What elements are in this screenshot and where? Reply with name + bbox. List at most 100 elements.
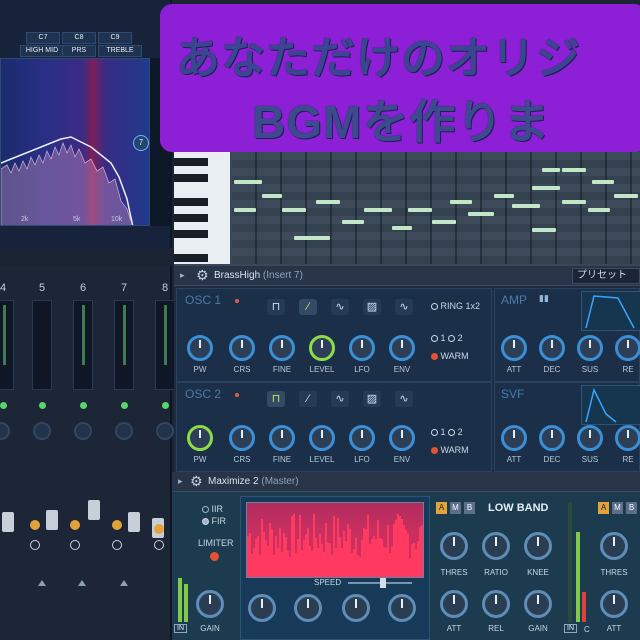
- amp-rel-knob[interactable]: [615, 335, 640, 361]
- note[interactable]: [234, 180, 262, 184]
- note[interactable]: [592, 180, 614, 184]
- channel-strip[interactable]: [155, 300, 175, 390]
- osc1-sel-radio-1[interactable]: [431, 335, 438, 343]
- noise-wave-icon[interactable]: ▨: [363, 299, 381, 315]
- note[interactable]: [614, 194, 638, 198]
- channel-led[interactable]: [121, 402, 128, 409]
- iir-option[interactable]: IIR: [202, 504, 223, 514]
- channel-strip[interactable]: [32, 300, 52, 390]
- note[interactable]: [342, 220, 364, 224]
- osc1-fine-knob[interactable]: [269, 335, 295, 361]
- eq-band-c8[interactable]: C8: [62, 32, 96, 44]
- svf-rel-knob[interactable]: [615, 425, 640, 451]
- note[interactable]: [562, 168, 586, 172]
- soft-wave-icon[interactable]: ∿: [395, 299, 413, 315]
- black-key[interactable]: [174, 254, 208, 262]
- osc2-level-knob[interactable]: [309, 425, 335, 451]
- band-knob-1[interactable]: [248, 594, 276, 622]
- sine-wave-icon[interactable]: ∿: [331, 391, 349, 407]
- expand-arrow-icon[interactable]: ▸: [178, 476, 183, 487]
- note[interactable]: [282, 208, 306, 212]
- note[interactable]: [532, 186, 560, 190]
- osc2-pw-knob[interactable]: [187, 425, 213, 451]
- preset-dropdown[interactable]: プリセット: [572, 268, 640, 284]
- speed-slider-handle[interactable]: [380, 578, 386, 588]
- band2-b-button[interactable]: B: [626, 502, 637, 514]
- note[interactable]: [432, 220, 456, 224]
- osc2-lfo-knob[interactable]: [349, 425, 375, 451]
- route-button[interactable]: [154, 524, 164, 534]
- osc2-env-knob[interactable]: [389, 425, 415, 451]
- channel-led[interactable]: [162, 402, 169, 409]
- knee-knob[interactable]: [524, 532, 552, 560]
- band2-thres-knob[interactable]: [600, 532, 628, 560]
- svf-envelope-graph[interactable]: [581, 385, 640, 425]
- limiter-toggle[interactable]: [210, 552, 219, 561]
- osc1-warm-option[interactable]: WARM: [431, 351, 469, 361]
- pan-knob[interactable]: [156, 422, 174, 440]
- warm-radio[interactable]: [431, 447, 438, 455]
- volume-fader[interactable]: [2, 512, 14, 532]
- synth-header[interactable]: ▸ ⚙ BrassHigh (Insert 7) プリセット: [174, 266, 640, 286]
- osc1-select[interactable]: 1 2: [431, 333, 463, 343]
- eq-band-prs[interactable]: PRS: [62, 45, 96, 57]
- volume-fader[interactable]: [46, 510, 58, 530]
- channel-strip[interactable]: [0, 300, 14, 390]
- collapse-arrow-icon[interactable]: [38, 580, 46, 586]
- note[interactable]: [234, 208, 256, 212]
- gear-icon[interactable]: ⚙: [190, 473, 203, 490]
- iir-radio[interactable]: [202, 506, 209, 514]
- osc2-crs-knob[interactable]: [229, 425, 255, 451]
- maximize-header[interactable]: ▸ ⚙ Maximize 2 (Master): [172, 472, 640, 492]
- svf-att-knob[interactable]: [501, 425, 527, 451]
- black-key[interactable]: [174, 198, 208, 206]
- osc1-lfo-knob[interactable]: [349, 335, 375, 361]
- sine-wave-icon[interactable]: ∿: [331, 299, 349, 315]
- fir-option[interactable]: FIR: [202, 516, 226, 526]
- clock-icon[interactable]: [112, 540, 122, 550]
- band2-att-knob[interactable]: [600, 590, 628, 618]
- eq-band-c7[interactable]: C7: [26, 32, 60, 44]
- route-button[interactable]: [70, 520, 80, 530]
- rel-knob[interactable]: [482, 590, 510, 618]
- osc2-fine-knob[interactable]: [269, 425, 295, 451]
- black-key[interactable]: [174, 158, 208, 166]
- fir-radio[interactable]: [202, 518, 209, 526]
- pan-knob[interactable]: [33, 422, 51, 440]
- eq-band-high-mid[interactable]: HIGH MID: [20, 45, 64, 57]
- eq-band-treble[interactable]: TREBLE: [98, 45, 142, 57]
- volume-fader[interactable]: [128, 512, 140, 532]
- note[interactable]: [494, 194, 514, 198]
- route-button[interactable]: [30, 520, 40, 530]
- black-key[interactable]: [174, 174, 208, 182]
- limiter-waveform-display[interactable]: [246, 502, 424, 578]
- route-button[interactable]: [112, 520, 122, 530]
- note[interactable]: [408, 208, 432, 212]
- osc2-sel-radio-1[interactable]: [431, 429, 438, 437]
- pan-knob[interactable]: [74, 422, 92, 440]
- eq-spectrum-display[interactable]: 2k 5k 10k: [0, 58, 150, 226]
- note[interactable]: [588, 208, 610, 212]
- square-wave-icon[interactable]: ⊓: [267, 299, 285, 315]
- eq-band-number[interactable]: 7: [133, 135, 149, 151]
- osc1-env-knob[interactable]: [389, 335, 415, 361]
- amp-envelope-graph[interactable]: [581, 291, 640, 331]
- band-b-button[interactable]: B: [464, 502, 475, 514]
- pan-knob[interactable]: [0, 422, 10, 440]
- band-knob-4[interactable]: [388, 594, 416, 622]
- note[interactable]: [450, 200, 472, 204]
- note[interactable]: [392, 226, 412, 230]
- volume-fader[interactable]: [88, 500, 100, 520]
- channel-led[interactable]: [0, 402, 7, 409]
- eq-band-c9[interactable]: C9: [98, 32, 132, 44]
- band-gain-knob[interactable]: [524, 590, 552, 618]
- pan-knob[interactable]: [115, 422, 133, 440]
- osc1-crs-knob[interactable]: [229, 335, 255, 361]
- ratio-knob[interactable]: [482, 532, 510, 560]
- band-a-button[interactable]: A: [436, 502, 447, 514]
- collapse-arrow-icon[interactable]: [78, 580, 86, 586]
- note[interactable]: [562, 200, 586, 204]
- note[interactable]: [542, 168, 560, 172]
- svf-dec-knob[interactable]: [539, 425, 565, 451]
- osc2-select[interactable]: 1 2: [431, 427, 463, 437]
